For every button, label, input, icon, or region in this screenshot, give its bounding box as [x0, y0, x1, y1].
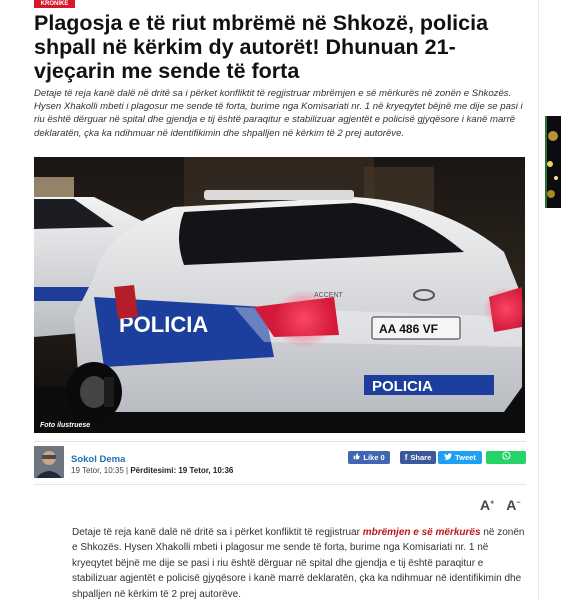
- divider: [34, 484, 526, 485]
- body-text-part: Detaje të reja kanë dalë në dritë sa i p…: [72, 527, 363, 538]
- facebook-share-label: Share: [410, 453, 432, 462]
- article-lead: Detaje të reja kanë dalë në dritë sa i p…: [34, 88, 523, 139]
- police-rear-label: POLICIA: [372, 378, 433, 395]
- font-increase-button[interactable]: A+: [480, 497, 494, 513]
- sidebar-ad[interactable]: [545, 116, 561, 208]
- updated-date: Përditesimi: 19 Tetor, 10:36: [130, 466, 234, 475]
- article-title: Plagosja e të riut mbrëmë në Shkozë, pol…: [34, 11, 489, 83]
- whatsapp-share-button[interactable]: [486, 451, 526, 464]
- category-tag[interactable]: KRONIKE: [34, 0, 75, 8]
- font-size-tools: A+ A−: [480, 497, 520, 513]
- article-body: Detaje të reja kanë dalë në dritë sa i p…: [72, 525, 527, 602]
- author-name[interactable]: Sokol Dema: [71, 454, 125, 465]
- font-decrease-button[interactable]: A−: [506, 497, 520, 513]
- divider: [34, 441, 526, 442]
- license-plate: AA 486 VF: [379, 322, 438, 336]
- like-label: Like 0: [363, 453, 385, 462]
- article-image: POLICIA POLICIA AA 486 VF ACCENT Foto il…: [34, 157, 525, 433]
- whatsapp-icon: [501, 451, 511, 464]
- body-link[interactable]: mbrëmjen e së mërkurës: [363, 527, 481, 538]
- sidebar-divider: [538, 0, 539, 600]
- twitter-icon: [444, 451, 453, 464]
- author-row: Sokol Dema 19 Tetor, 10:35 | Përditesimi…: [34, 446, 526, 480]
- facebook-icon: f: [404, 453, 408, 462]
- twitter-share-button[interactable]: Tweet: [438, 451, 482, 464]
- publish-date: 19 Tetor, 10:35: [71, 466, 124, 475]
- twitter-share-label: Tweet: [455, 453, 476, 462]
- facebook-like-button[interactable]: Like 0: [348, 451, 390, 464]
- police-car-photo: POLICIA POLICIA AA 486 VF ACCENT: [34, 157, 525, 433]
- author-avatar[interactable]: [34, 446, 64, 478]
- thumbs-up-icon: [353, 451, 361, 464]
- publish-meta: 19 Tetor, 10:35 | Përditesimi: 19 Tetor,…: [71, 466, 233, 475]
- facebook-share-button[interactable]: f Share: [400, 451, 436, 464]
- image-caption: Foto ilustruese: [40, 422, 91, 429]
